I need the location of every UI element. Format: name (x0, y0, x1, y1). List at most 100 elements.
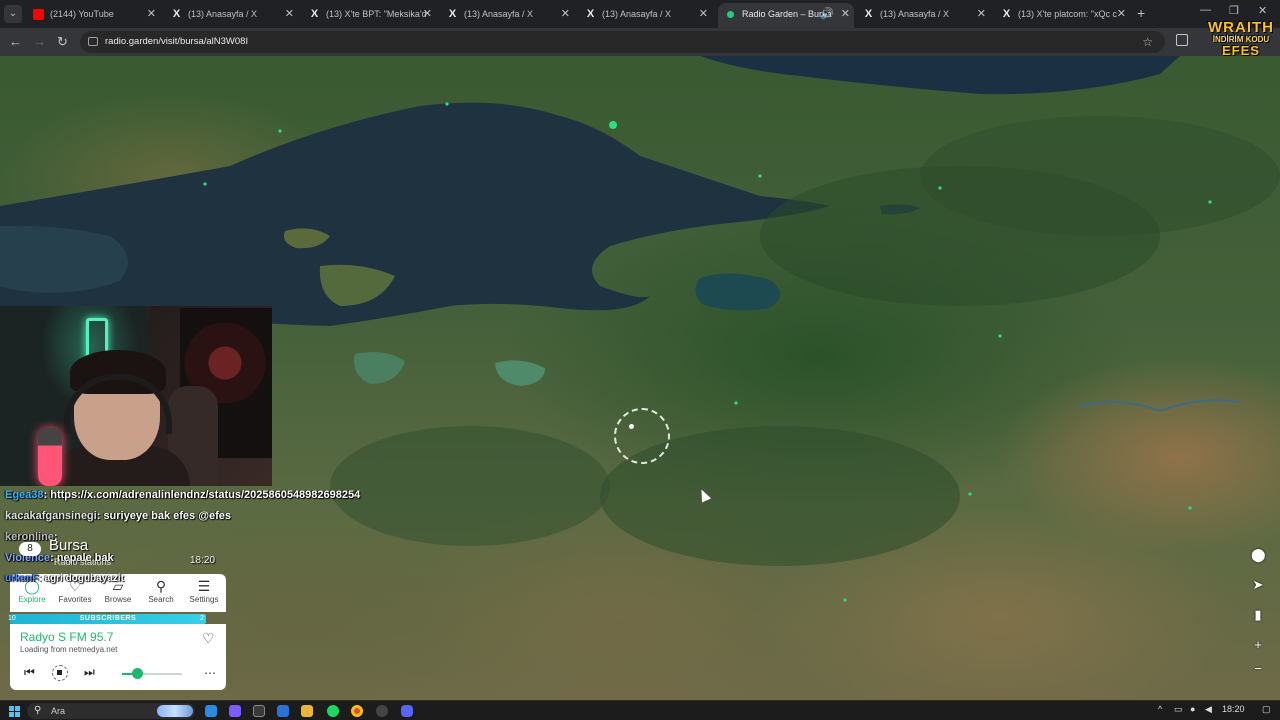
taskbar-search[interactable]: ⚲ Ara (27, 703, 195, 719)
x-icon: X (586, 8, 595, 20)
x-icon: X (310, 8, 319, 20)
network-icon[interactable]: ▭ (1174, 704, 1183, 715)
close-tab-icon[interactable]: ✕ (285, 3, 294, 25)
forward-icon[interactable]: → (33, 34, 46, 50)
subscribers-goal-bar: SUBSCRIBERS (10, 614, 206, 624)
windows-start-icon[interactable] (9, 706, 20, 717)
speaker-icon[interactable]: 🔊 (820, 3, 834, 25)
nav-settings[interactable]: ☰ Settings (182, 578, 226, 604)
close-tab-icon[interactable]: ✕ (977, 3, 986, 25)
lock-icon[interactable]: ▮ (1251, 608, 1265, 622)
chat-message: Egea38: https://x.com/adrenalinlendnz/st… (5, 489, 360, 501)
volume-icon[interactable]: ◀ (1205, 704, 1212, 715)
chrome-icon[interactable] (351, 705, 363, 717)
city-local-time: 18:20 (190, 555, 216, 566)
store-icon[interactable] (253, 705, 265, 717)
x-icon: X (864, 8, 873, 20)
windows-taskbar: ⚲ Ara ^ ▭ ● ◀ 18:20 ▢ (0, 700, 1280, 720)
chat-text: : https://x.com/adrenalinlendnz/status/2… (43, 489, 361, 501)
city-subtitle: Radio stations (54, 557, 112, 567)
close-tab-icon[interactable]: ✕ (699, 3, 708, 25)
minimize-icon[interactable]: — (1200, 4, 1211, 16)
tab-youtube[interactable]: (2144) YouTube ✕ (26, 3, 160, 25)
tab-x-home-4[interactable]: X (13) Anasayfa / X ✕ (856, 3, 990, 25)
tab-title: (13) Anasayfa / X (188, 9, 258, 19)
sponsor-brand: WRAITH (1208, 19, 1274, 36)
nav-label: Explore (18, 595, 46, 604)
close-tab-icon[interactable]: ✕ (423, 3, 432, 25)
city-center-dot (629, 424, 634, 429)
chat-username: Egea38 (5, 489, 44, 501)
close-tab-icon[interactable]: ✕ (561, 3, 570, 25)
spotify-icon[interactable] (327, 705, 339, 717)
nav-label: Settings (189, 595, 219, 604)
tab-title: (13) Anasayfa / X (602, 9, 672, 19)
nav-label: Favorites (58, 595, 92, 604)
tab-radio-garden[interactable]: Radio Garden – Bursa 🔊 ✕ (718, 3, 854, 28)
tab-title: Radio Garden – Bursa (742, 9, 832, 19)
radio-player: Radyo S FM 95.7 Loading from netmedya.ne… (10, 624, 226, 690)
previous-station-icon[interactable]: ⏮ (24, 665, 35, 680)
obs-icon[interactable] (376, 705, 388, 717)
browser-tab-strip: ⌄ (2144) YouTube ✕ X (13) Anasayfa / X ✕… (0, 0, 1280, 28)
chat-text: : suriyeye bak efes @efes (96, 510, 231, 522)
next-station-icon[interactable]: ⏭ (84, 665, 95, 680)
copilot-icon[interactable] (229, 705, 241, 717)
chat-username: kacakafgansinegi (5, 510, 97, 522)
close-tab-icon[interactable]: ✕ (841, 3, 850, 25)
back-icon[interactable]: ← (9, 34, 22, 50)
close-window-icon[interactable]: ✕ (1258, 4, 1267, 17)
reload-icon[interactable]: ↻ (57, 34, 68, 50)
nav-search[interactable]: ⚲ Search (139, 578, 183, 604)
notifications-icon[interactable]: ▢ (1262, 704, 1271, 715)
x-icon: X (1002, 8, 1011, 20)
close-tab-icon[interactable]: ✕ (147, 3, 156, 25)
tab-title: (2144) YouTube (50, 9, 114, 19)
sponsor-code: EFES (1222, 43, 1260, 58)
address-bar[interactable]: radio.garden/visit/bursa/alN3W08I ☆ (80, 31, 1165, 53)
nav-label: Search (148, 595, 174, 604)
sponsor-overlay: WRAITH İNDİRİM KODU EFES (1202, 20, 1280, 57)
volume-slider-knob[interactable] (132, 668, 143, 679)
tab-x-bpt[interactable]: X (13) X'te BPT: "Meksika'd ✕ (302, 3, 436, 25)
station-count-badge: 8 (19, 542, 41, 556)
volume-slider-rest (140, 673, 182, 675)
x-icon: X (448, 8, 457, 20)
file-explorer-icon[interactable] (301, 705, 313, 717)
zoom-in-icon[interactable]: + (1251, 638, 1265, 652)
search-icon: ⚲ (155, 578, 167, 594)
close-tab-icon[interactable]: ✕ (1117, 3, 1126, 25)
tab-title: (13) Anasayfa / X (880, 9, 950, 19)
selected-city-marker[interactable] (614, 408, 670, 464)
station-name[interactable]: Radyo S FM 95.7 (20, 630, 113, 644)
locate-me-icon[interactable]: ➤ (1251, 578, 1265, 592)
youtube-icon (33, 9, 44, 20)
subscribers-end: 2 (200, 615, 204, 622)
taskbar-search-placeholder: Ara (51, 706, 66, 716)
bookmark-star-icon[interactable]: ☆ (1142, 31, 1153, 53)
stop-button[interactable] (52, 665, 68, 681)
tab-x-home-1[interactable]: X (13) Anasayfa / X ✕ (164, 3, 298, 25)
subscribers-start: 10 (8, 615, 16, 622)
site-info-icon[interactable] (88, 37, 98, 46)
new-tab-button[interactable]: + (1137, 5, 1145, 21)
extensions-icon[interactable] (1176, 34, 1188, 46)
taskbar-clock[interactable]: 18:20 (1222, 704, 1245, 714)
url-text: radio.garden/visit/bursa/alN3W08I (105, 36, 249, 47)
edge-icon[interactable] (205, 705, 217, 717)
discord-icon[interactable] (401, 705, 413, 717)
tab-x-platcom[interactable]: X (13) X'te platcom: "xQc c ✕ (994, 3, 1130, 25)
tab-search-button[interactable]: ⌄ (4, 5, 22, 23)
search-icon: ⚲ (34, 705, 42, 716)
zoom-out-icon[interactable]: − (1251, 662, 1265, 676)
tray-overflow-icon[interactable]: ^ (1158, 704, 1162, 714)
mic-icon[interactable]: ● (1190, 704, 1195, 714)
more-options-icon[interactable]: ⋯ (204, 666, 216, 680)
restore-icon[interactable]: ❐ (1229, 4, 1239, 17)
outlook-icon[interactable] (277, 705, 289, 717)
favorite-heart-icon[interactable]: ♡ (202, 630, 215, 647)
tab-x-home-3[interactable]: X (13) Anasayfa / X ✕ (578, 3, 712, 25)
browser-toolbar: ← → ↻ radio.garden/visit/bursa/alN3W08I … (0, 28, 1280, 56)
location-pin-icon[interactable]: ⬤ (1251, 548, 1266, 562)
tab-x-home-2[interactable]: X (13) Anasayfa / X ✕ (440, 3, 574, 25)
